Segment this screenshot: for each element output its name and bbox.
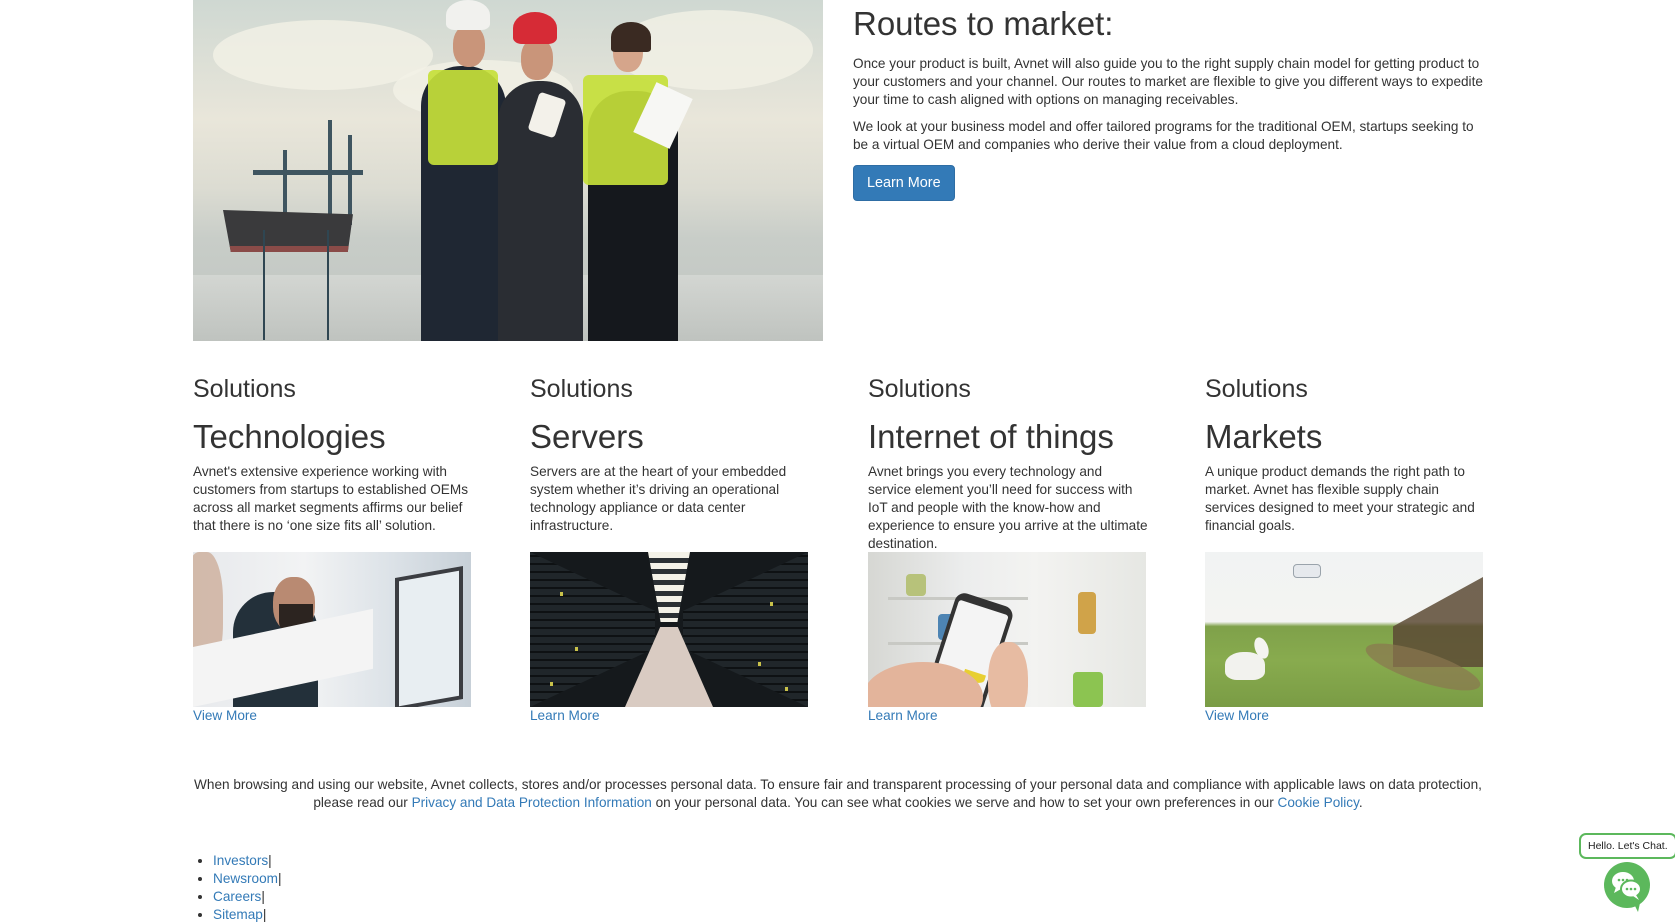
- solution-description: A unique product demands the right path …: [1205, 463, 1475, 533]
- sitemap-link[interactable]: Sitemap: [213, 907, 263, 922]
- footer-link-item: Investors|: [213, 852, 282, 870]
- hand: [988, 642, 1028, 707]
- chat-icon-graphic: [1612, 872, 1642, 912]
- status-led: [770, 602, 773, 606]
- footer-link-item: Sitemap|: [213, 906, 282, 924]
- newsroom-link[interactable]: Newsroom: [213, 871, 278, 886]
- carton: [1073, 672, 1103, 707]
- white-hard-hat: [446, 0, 490, 30]
- learn-more-button[interactable]: Learn More: [853, 164, 955, 201]
- solution-description: Servers are at the heart of your embedde…: [530, 463, 787, 533]
- solution-internet-of-things: Solutions Internet of things Avnet bring…: [868, 374, 1158, 723]
- separator: |: [277, 871, 282, 886]
- footer-link-item: Newsroom|: [213, 870, 282, 888]
- solution-description: Avnet brings you every technology and se…: [868, 463, 1148, 551]
- chat-bubbles-icon[interactable]: [1604, 862, 1650, 912]
- hair: [611, 22, 651, 52]
- separator: |: [262, 907, 267, 922]
- solution-description: Avnet's extensive experience working wit…: [193, 463, 468, 533]
- technologies-image: [193, 552, 471, 707]
- solution-servers: Solutions Servers Servers are at the hea…: [530, 374, 820, 723]
- markets-view-more-link[interactable]: View More: [1205, 708, 1269, 723]
- solution-technologies: Solutions Technologies Avnet's extensive…: [193, 374, 483, 723]
- solution-eyebrow: Solutions: [193, 375, 296, 403]
- routes-paragraph-1: Once your product is built, Avnet will a…: [853, 55, 1483, 107]
- technologies-view-more-link[interactable]: View More: [193, 708, 257, 723]
- solution-title: Markets: [1205, 418, 1323, 455]
- solution-eyebrow: Solutions: [1205, 375, 1308, 403]
- routes-to-market-section: Routes to market: Once your product is b…: [853, 0, 1483, 201]
- safety-vest: [428, 70, 498, 165]
- status-led: [575, 647, 578, 651]
- investors-link[interactable]: Investors: [213, 853, 268, 868]
- solution-eyebrow: Solutions: [530, 375, 633, 403]
- port-crane: [328, 120, 332, 225]
- port-crane: [348, 135, 352, 225]
- railing: [263, 230, 265, 340]
- chat-greeting-bubble[interactable]: Hello. Let's Chat.: [1579, 833, 1675, 859]
- solution-title: Technologies: [193, 418, 386, 455]
- hero-image: [193, 0, 823, 341]
- status-led: [550, 682, 553, 686]
- careers-link[interactable]: Careers: [213, 889, 261, 904]
- servers-learn-more-link[interactable]: Learn More: [530, 708, 600, 723]
- cookie-text: .: [1358, 795, 1363, 810]
- cookie-policy-link[interactable]: Cookie Policy: [1278, 795, 1359, 810]
- solution-title: Internet of things: [868, 418, 1114, 455]
- servers-image: [530, 552, 808, 707]
- jar: [906, 574, 926, 596]
- routes-title: Routes to market:: [853, 5, 1114, 42]
- footer-links: Investors| Newsroom| Careers| Sitemap|: [193, 852, 282, 924]
- iot-learn-more-link[interactable]: Learn More: [868, 708, 938, 723]
- railing: [327, 230, 329, 340]
- status-led: [785, 687, 788, 691]
- routes-paragraph-2: We look at your business model and offer…: [853, 118, 1474, 152]
- monitor: [395, 566, 463, 707]
- drone: [1293, 564, 1321, 578]
- separator: |: [268, 853, 272, 868]
- status-led: [758, 662, 761, 666]
- status-led: [560, 592, 563, 596]
- bottle: [1078, 592, 1096, 634]
- solution-markets: Solutions Markets A unique product deman…: [1205, 374, 1495, 723]
- markets-image: [1205, 552, 1483, 707]
- footer-link-item: Careers|: [213, 888, 282, 906]
- cargo-ship: [223, 210, 353, 252]
- cookie-text: on your personal data. You can see what …: [651, 795, 1278, 810]
- privacy-policy-link[interactable]: Privacy and Data Protection Information: [412, 795, 652, 810]
- face: [521, 38, 553, 80]
- red-hard-hat: [513, 12, 557, 44]
- iot-image: [868, 552, 1146, 707]
- separator: |: [261, 889, 265, 904]
- face: [453, 25, 485, 67]
- solution-eyebrow: Solutions: [868, 375, 971, 403]
- cookie-notice: When browsing and using our website, Avn…: [193, 776, 1483, 812]
- port-crane: [253, 170, 363, 175]
- solution-title: Servers: [530, 418, 644, 455]
